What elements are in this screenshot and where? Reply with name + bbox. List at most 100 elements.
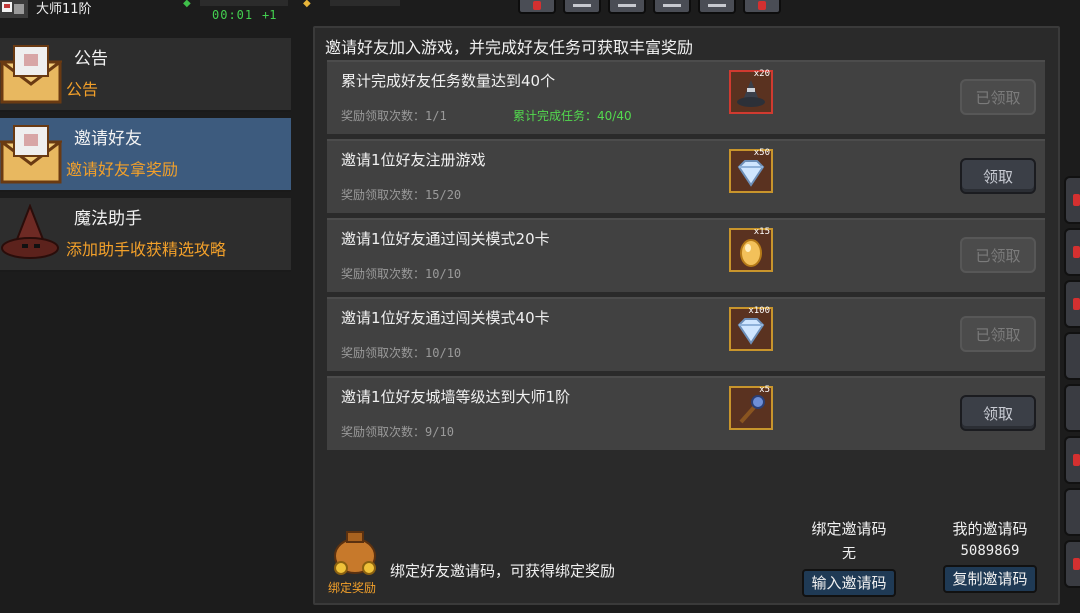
side-tab[interactable] [1064, 176, 1080, 224]
hud-button-1[interactable] [518, 0, 556, 14]
hud-button-4[interactable] [653, 0, 691, 14]
player-avatar-icon[interactable] [0, 0, 28, 18]
reward-slot[interactable]: x50 [729, 148, 773, 193]
task-count-label: 奖励领取次数： [341, 346, 426, 360]
task-row: 累计完成好友任务数量达到40个 奖励领取次数：1/1 累计完成任务：40/40 … [327, 60, 1045, 134]
hud-marker-icon: ◆ [303, 0, 311, 9]
alert-icon [1073, 246, 1080, 258]
task-count-value: 15/20 [425, 188, 462, 202]
side-tab[interactable] [1064, 436, 1080, 484]
hud-bonus: +1 [262, 8, 277, 22]
task-title: 邀请1位好友城墙等级达到大师1阶 [341, 388, 571, 406]
task-row: 邀请1位好友注册游戏 奖励领取次数：15/20 x50 领取 [327, 139, 1045, 213]
reward-slot[interactable]: x100 [729, 306, 773, 351]
bar-icon [708, 4, 726, 7]
my-code-label: 我的邀请码 [952, 520, 1028, 538]
wizard-hat-icon [0, 203, 62, 264]
menu-item-title: 邀请好友 [74, 129, 142, 149]
side-tab[interactable] [1064, 332, 1080, 380]
task-count-value: 10/10 [425, 346, 462, 360]
menu-item-magic-assistant[interactable]: 魔法助手 添加助手收获精选攻略 [0, 198, 291, 272]
reward-slot[interactable]: x5 [729, 385, 773, 430]
bar-icon [618, 4, 636, 7]
bind-code-value: 无 [842, 546, 856, 562]
alert-icon [1073, 558, 1080, 570]
top-hud: 大师11阶 ◆ ◆ 00:01 +1 [0, 0, 1080, 26]
menu-item-subtitle: 邀请好友拿奖励 [66, 160, 179, 179]
task-claim-count: 奖励领取次数：10/10 [341, 344, 461, 361]
hud-timer: 00:01 [212, 8, 254, 22]
menu-item-invite-friends[interactable]: 邀请好友 邀请好友拿奖励 [0, 118, 291, 192]
alert-icon [758, 1, 766, 10]
bind-code-section: 绑定邀请码 无 输入邀请码 [794, 518, 904, 597]
invite-panel: 邀请好友加入游戏，并完成好友任务可获取丰富奖励 累计完成好友任务数量达到40个 … [313, 26, 1060, 605]
task-claim-count: 奖励领取次数：15/20 [341, 186, 461, 203]
staff-icon [739, 395, 765, 424]
my-code-section: 我的邀请码 5089869 复制邀请码 [935, 518, 1045, 593]
menu-item-announcement[interactable]: 公告 公告 [0, 38, 291, 112]
my-code-value: 5089869 [960, 543, 1020, 559]
reward-slot[interactable]: x20 [729, 69, 773, 114]
claim-button[interactable]: 已领取 [960, 316, 1036, 352]
task-count-label: 奖励领取次数： [341, 188, 426, 202]
hud-button-3[interactable] [608, 0, 646, 14]
task-claim-count: 奖励领取次数：1/1 [341, 107, 447, 124]
bind-description: 绑定好友邀请码，可获得绑定奖励 [390, 562, 616, 580]
task-count-label: 奖励领取次数： [341, 109, 426, 123]
menu-item-subtitle: 公告 [66, 80, 99, 99]
bar-icon [663, 4, 681, 7]
side-tab[interactable] [1064, 384, 1080, 432]
side-tab[interactable] [1064, 228, 1080, 276]
panel-header: 邀请好友加入游戏，并完成好友任务可获取丰富奖励 [325, 38, 694, 57]
task-row: 邀请1位好友通过闯关模式20卡 奖励领取次数：10/10 x15 已领取 [327, 218, 1045, 292]
hud-marker-icon: ◆ [183, 0, 191, 9]
claim-button[interactable]: 领取 [960, 395, 1036, 431]
diamond-icon [737, 160, 765, 187]
menu-item-subtitle: 添加助手收获精选攻略 [66, 240, 227, 259]
task-count-value: 9/10 [425, 425, 454, 439]
hud-left-bar [200, 0, 288, 6]
envelope-icon [0, 124, 65, 184]
task-count-label: 奖励领取次数： [341, 267, 426, 281]
task-claim-count: 奖励领取次数：10/10 [341, 265, 461, 282]
side-tab[interactable] [1064, 488, 1080, 536]
task-count-value: 10/10 [425, 267, 462, 281]
diamond-icon [737, 318, 765, 345]
gold-egg-icon [740, 239, 762, 267]
copy-invite-code-button[interactable]: 复制邀请码 [943, 565, 1037, 593]
task-title: 邀请1位好友注册游戏 [341, 151, 486, 169]
task-count-label: 奖励领取次数： [341, 425, 426, 439]
bind-reward-label: 绑定奖励 [328, 581, 377, 595]
money-bag-icon[interactable] [329, 526, 381, 576]
alert-icon [533, 1, 541, 10]
task-title: 邀请1位好友通过闯关模式20卡 [341, 230, 550, 248]
task-claim-count: 奖励领取次数：9/10 [341, 423, 454, 440]
player-rank: 大师11阶 [36, 2, 92, 17]
menu-item-title: 公告 [74, 49, 108, 69]
claim-button[interactable]: 领取 [960, 158, 1036, 194]
hud-button-6[interactable] [743, 0, 781, 14]
claim-button[interactable]: 已领取 [960, 237, 1036, 273]
enter-invite-code-button[interactable]: 输入邀请码 [802, 569, 896, 597]
alert-icon [1073, 194, 1080, 206]
task-title: 邀请1位好友通过闯关模式40卡 [341, 309, 550, 327]
alert-icon [1073, 454, 1080, 466]
task-row: 邀请1位好友城墙等级达到大师1阶 奖励领取次数：9/10 x5 领取 [327, 376, 1045, 450]
task-progress: 累计完成任务：40/40 [513, 109, 632, 123]
hud-button-2[interactable] [563, 0, 601, 14]
hud-button-group [518, 0, 781, 14]
task-row: 邀请1位好友通过闯关模式40卡 奖励领取次数：10/10 x100 已领取 [327, 297, 1045, 371]
bar-icon [573, 4, 591, 7]
reward-slot[interactable]: x15 [729, 227, 773, 272]
envelope-icon [0, 44, 65, 104]
side-tab[interactable] [1064, 540, 1080, 588]
hat-icon [737, 80, 765, 107]
side-tab[interactable] [1064, 280, 1080, 328]
menu-item-title: 魔法助手 [74, 209, 142, 229]
claim-button[interactable]: 已领取 [960, 79, 1036, 115]
hud-right-bar [330, 0, 400, 6]
hud-button-5[interactable] [698, 0, 736, 14]
bind-code-label: 绑定邀请码 [811, 520, 887, 538]
task-title: 累计完成好友任务数量达到40个 [341, 72, 556, 90]
alert-icon [1073, 298, 1080, 310]
